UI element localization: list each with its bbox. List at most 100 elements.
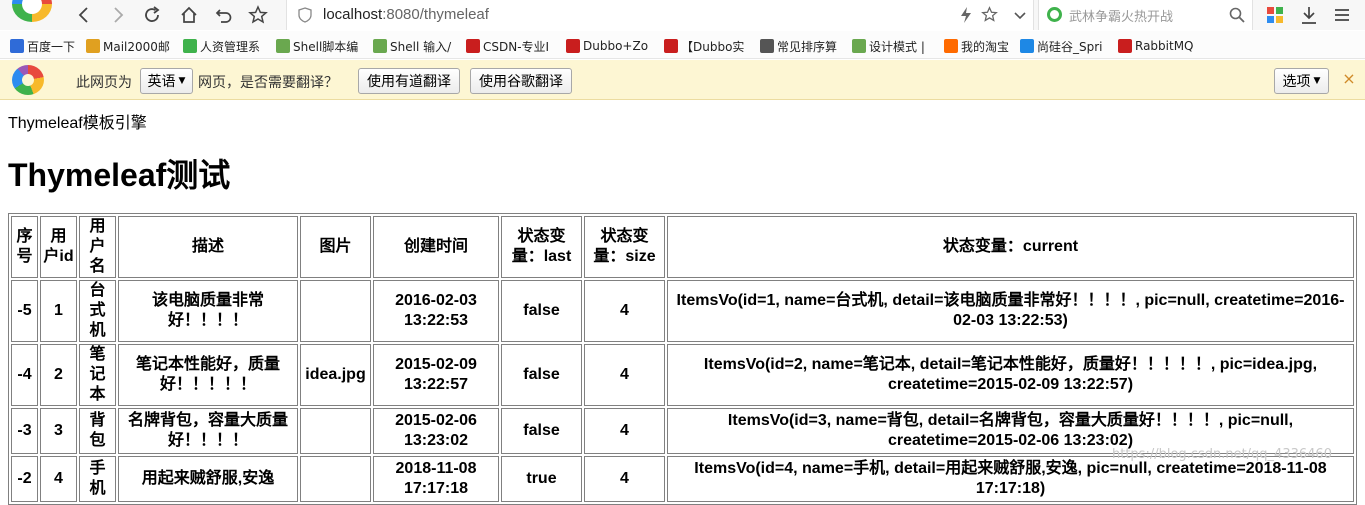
- bookmark-favicon-icon: [466, 39, 480, 53]
- undo-icon[interactable]: [212, 3, 236, 27]
- bookmark-item[interactable]: Shell 输入/: [373, 37, 451, 55]
- bookmark-item[interactable]: 常见排序算: [760, 37, 837, 55]
- table-header-cell: 用户名: [79, 216, 116, 278]
- table-row: -4 2 笔记本 笔记本性能好，质量好！！！！！ idea.jpg 2015-02-09 …: [11, 344, 1354, 406]
- caret-down-icon: ▼: [178, 76, 186, 86]
- table-cell: 手机: [79, 456, 116, 502]
- table-cell: 该电脑质量非常好！！！！: [118, 280, 298, 342]
- table-header-cell: 状态变量：size: [584, 216, 665, 278]
- bookmark-item[interactable]: Mail2000邮: [86, 37, 170, 55]
- table-cell: [300, 280, 371, 342]
- table-row: -5 1 台式机 该电脑质量非常好！！！！ 2016-02-03 13:22:53 fal…: [11, 280, 1354, 342]
- bookmark-item[interactable]: CSDN-专业I: [466, 37, 549, 55]
- table-header-cell: 状态变量：current: [667, 216, 1354, 278]
- table-header-row: 序号 用户id 用户名 描述 图片 创建时间 状态变量：last 状态变量：size 状态变量：…: [11, 216, 1354, 278]
- bookmark-item[interactable]: 设计模式 |: [852, 37, 925, 55]
- browser-logo-icon[interactable]: [0, 0, 62, 30]
- table-row: -2 4 手机 用起来贼舒服,安逸 2018-11-08 17:17:18 true 4 It…: [11, 456, 1354, 502]
- bookmark-item[interactable]: Dubbo+Zo: [566, 37, 648, 55]
- bookmark-label: 常见排序算: [777, 39, 838, 54]
- table-cell: 2015-02-09 13:22:57: [373, 344, 499, 406]
- table-cell: 名牌背包，容量大质量好！！！！: [118, 408, 298, 454]
- forward-arrow-icon[interactable]: [106, 3, 130, 27]
- dropdown-chevron-icon[interactable]: [1013, 7, 1027, 26]
- table-cell: idea.jpg: [300, 344, 371, 406]
- bookmark-item[interactable]: 百度一下: [10, 37, 75, 55]
- bookmark-star-icon[interactable]: [981, 6, 998, 27]
- language-select-label: 英语: [147, 74, 176, 90]
- bookmark-favicon-icon: [944, 39, 958, 53]
- bookmark-label: Shell脚本编: [293, 39, 359, 54]
- options-button-label: 选项: [1282, 74, 1311, 90]
- table-cell: 4: [584, 408, 665, 454]
- address-bar[interactable]: localhost:8080/thymeleaf: [286, 0, 1034, 30]
- bookmark-item[interactable]: 人资管理系: [183, 37, 260, 55]
- site-info-shield-icon[interactable]: [297, 7, 313, 27]
- url-host: localhost: [323, 6, 383, 23]
- url-text[interactable]: localhost:8080/thymeleaf: [323, 6, 489, 23]
- bookmark-label: RabbitMQ: [1135, 39, 1194, 53]
- table-cell: 2: [40, 344, 77, 406]
- table-header-cell: 用户id: [40, 216, 77, 278]
- bookmark-favicon-icon: [760, 39, 774, 53]
- youdao-translate-button[interactable]: 使用有道翻译: [358, 68, 460, 94]
- bookmark-favicon-icon: [852, 39, 866, 53]
- bookmark-label: 人资管理系: [200, 39, 261, 54]
- table-cell: -5: [11, 280, 38, 342]
- table-cell: 2015-02-06 13:23:02: [373, 408, 499, 454]
- page-subtitle: Thymeleaf模板引擎: [8, 115, 147, 132]
- back-arrow-icon[interactable]: [72, 3, 96, 27]
- table-cell: 4: [584, 344, 665, 406]
- download-icon[interactable]: [1300, 5, 1318, 29]
- bookmark-label: 百度一下: [27, 39, 76, 54]
- apps-grid-icon[interactable]: [1266, 6, 1284, 28]
- bookmark-item[interactable]: 我的淘宝: [944, 37, 1009, 55]
- page-title: Thymeleaf测试: [8, 157, 231, 193]
- bookmark-item[interactable]: 【Dubbo实: [664, 37, 744, 55]
- lightning-icon[interactable]: [959, 6, 973, 28]
- table-cell: 笔记本性能好，质量好！！！！！: [118, 344, 298, 406]
- favorite-star-icon[interactable]: [246, 3, 270, 27]
- table-cell: false: [501, 408, 582, 454]
- menu-hamburger-icon[interactable]: [1333, 6, 1351, 28]
- search-placeholder: 武林争霸火热开战: [1069, 10, 1174, 25]
- bookmark-label: 设计模式 |: [869, 39, 925, 54]
- bookmark-favicon-icon: [664, 39, 678, 53]
- bookmark-favicon-icon: [276, 39, 290, 53]
- table-cell: 2018-11-08 17:17:18: [373, 456, 499, 502]
- browser-toolbar: localhost:8080/thymeleaf 武林争霸火热开战: [0, 0, 1365, 30]
- bookmark-favicon-icon: [566, 39, 580, 53]
- bookmarks-bar: 百度一下 Mail2000邮 人资管理系 Shell脚本编 Shell 输入/CSDN-…: [0, 31, 1365, 59]
- table-cell: -4: [11, 344, 38, 406]
- bookmark-item[interactable]: RabbitMQ: [1118, 37, 1194, 55]
- table-cell: ItemsVo(id=4, name=手机, detail=用起来贼舒服,安逸,…: [667, 456, 1354, 502]
- google-translate-button[interactable]: 使用谷歌翻译: [470, 68, 572, 94]
- home-icon[interactable]: [177, 3, 201, 27]
- table-cell: false: [501, 280, 582, 342]
- table-cell: [300, 408, 371, 454]
- table-cell: 笔记本: [79, 344, 116, 406]
- bookmark-item[interactable]: Shell脚本编: [276, 37, 358, 55]
- table-cell: ItemsVo(id=2, name=笔记本, detail=笔记本性能好，质量…: [667, 344, 1354, 406]
- search-icon[interactable]: [1229, 7, 1245, 27]
- table-cell: 台式机: [79, 280, 116, 342]
- options-button[interactable]: 选项 ▼: [1274, 68, 1329, 94]
- bookmark-favicon-icon: [1118, 39, 1132, 53]
- search-engine-icon: [1047, 7, 1062, 22]
- reload-icon[interactable]: [140, 3, 164, 27]
- table-header-cell: 图片: [300, 216, 371, 278]
- table-cell: -3: [11, 408, 38, 454]
- language-select[interactable]: 英语 ▼: [140, 68, 193, 94]
- table-cell: -2: [11, 456, 38, 502]
- table-cell: 用起来贼舒服,安逸: [118, 456, 298, 502]
- translate-prefix-text: 此网页为: [76, 75, 132, 91]
- table-header-cell: 状态变量：last: [501, 216, 582, 278]
- bookmark-favicon-icon: [373, 39, 387, 53]
- bookmark-label: 【Dubbo实: [681, 39, 745, 54]
- table-cell: 2016-02-03 13:22:53: [373, 280, 499, 342]
- search-box[interactable]: 武林争霸火热开战: [1038, 0, 1253, 30]
- bookmark-item[interactable]: 尚硅谷_Spri: [1020, 37, 1103, 55]
- caret-down-icon: ▼: [1313, 76, 1321, 86]
- close-icon[interactable]: ×: [1340, 70, 1358, 88]
- table-cell: 4: [40, 456, 77, 502]
